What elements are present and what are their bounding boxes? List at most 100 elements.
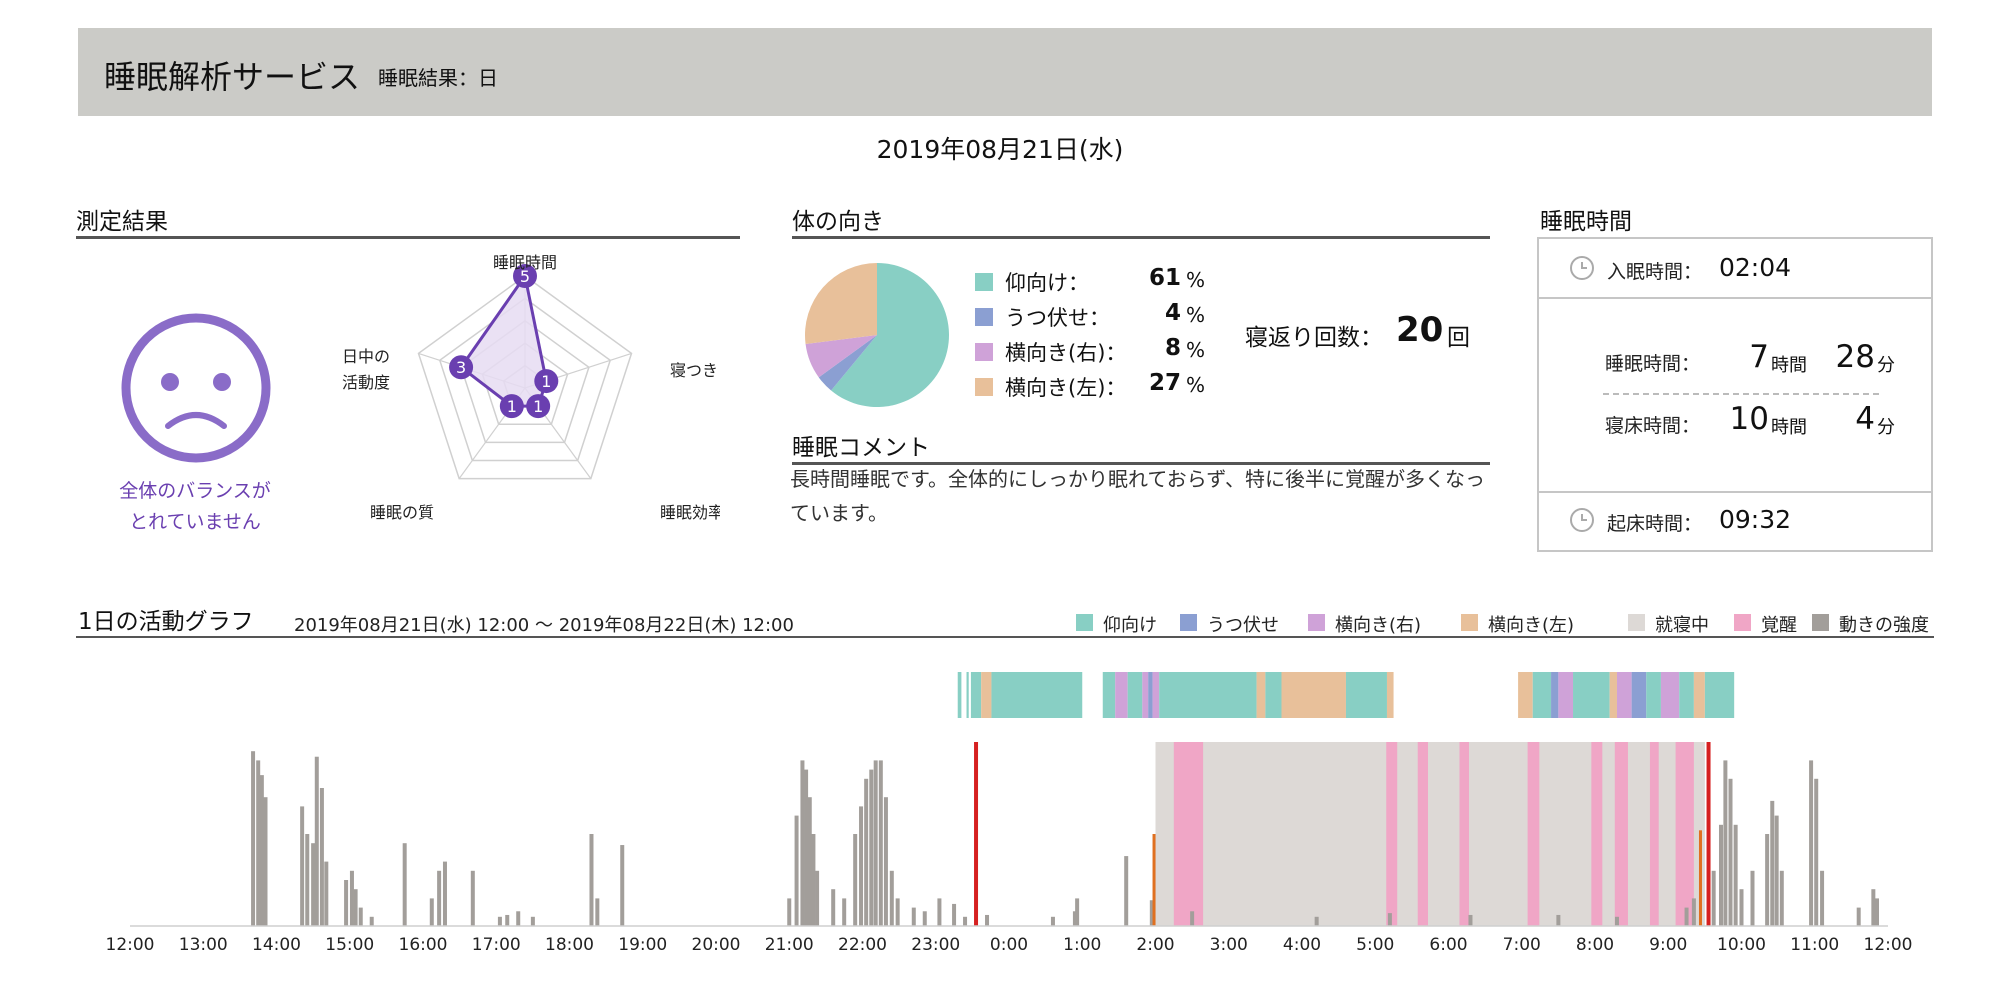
activity-bar <box>1774 815 1779 926</box>
activity-bar <box>883 797 888 926</box>
turn-over-label: 寝返り回数： <box>1245 325 1383 351</box>
awake-band <box>1527 742 1540 926</box>
report-date: 2019年08月21日(水) <box>876 135 1124 164</box>
time-tick-label: 7:00 <box>1503 935 1541 955</box>
activity-bar <box>1723 760 1728 926</box>
posture-segment <box>1265 672 1282 718</box>
activity-bar <box>470 870 475 926</box>
posture-segment <box>1679 672 1694 718</box>
legend-row-prone: うつ伏せ： 4 % <box>975 299 1205 333</box>
legend-swatch <box>1461 614 1478 631</box>
activity-bar <box>1739 889 1744 926</box>
red-marker <box>974 742 979 926</box>
turn-over-unit: 回 <box>1447 325 1470 351</box>
awake-band <box>1614 742 1628 926</box>
dashed-divider <box>1603 393 1879 395</box>
activity-bar <box>311 843 316 926</box>
activity-bar <box>353 889 358 926</box>
activity-bar <box>1124 856 1129 926</box>
legend-row-side-left: 横向き(左)： 27 % <box>975 369 1205 403</box>
radar-score-label: 1 <box>541 372 551 391</box>
posture-segment <box>1386 672 1394 718</box>
section-title-activity: 1日の活動グラフ <box>78 609 254 635</box>
posture-segment <box>966 672 969 718</box>
activity-bar <box>1809 760 1814 926</box>
activity-bar <box>251 751 256 926</box>
activity-bar <box>1684 907 1689 926</box>
red-marker <box>1706 742 1711 926</box>
section-title-comment: 睡眠コメント <box>792 435 930 461</box>
activity-bar <box>895 898 900 926</box>
activity-chart: 12:00 13:00 14:00 15:00 16:00 17:00 18:00 19:00… <box>106 672 1913 955</box>
time-tick-label: 18:00 <box>545 935 594 955</box>
minute-unit: 分 <box>1877 417 1895 438</box>
time-tick-label: 5:00 <box>1356 935 1394 955</box>
activity-bar <box>864 778 869 926</box>
activity-bar <box>314 756 319 926</box>
time-tick-label: 1:00 <box>1063 935 1101 955</box>
activity-bar <box>1468 914 1473 926</box>
turn-over-count: 20 <box>1396 310 1444 350</box>
legend-pct: % <box>1185 268 1205 292</box>
activity-bar <box>505 914 510 926</box>
legend-swatch <box>975 308 993 326</box>
activity-bar <box>437 870 442 926</box>
activity-bar <box>815 870 820 926</box>
section-title-body-direction: 体の向き <box>792 209 884 235</box>
legend-label: 覚醒 <box>1761 615 1797 636</box>
activity-bar <box>1770 800 1775 926</box>
section-title-sleep-time: 睡眠時間 <box>1540 209 1632 235</box>
legend-swatch <box>1308 614 1325 631</box>
legend-label: 横向き(左) <box>1488 615 1575 636</box>
clock-icon <box>1570 508 1594 532</box>
legend-value: 8 <box>1164 335 1181 361</box>
posture-segment <box>1693 672 1705 718</box>
activity-bar <box>1691 898 1696 926</box>
activity-bar <box>811 834 816 926</box>
posture-segment <box>957 672 962 718</box>
time-tick-label: 19:00 <box>618 935 667 955</box>
time-tick-label: 13:00 <box>179 935 228 955</box>
activity-bar <box>963 916 968 926</box>
activity-bar <box>256 760 261 926</box>
time-tick-label: 4:00 <box>1283 935 1321 955</box>
activity-bar <box>869 769 874 926</box>
posture-segment <box>1115 672 1128 718</box>
radar-axis-label: 日中の <box>342 347 390 366</box>
posture-segment <box>1631 672 1647 718</box>
orange-marker <box>1698 830 1702 926</box>
panel-divider <box>1539 491 1931 493</box>
posture-segment <box>1609 672 1617 718</box>
legend-label: 横向き(右) <box>1335 615 1422 636</box>
activity-date-range: 2019年08月21日(水) 12:00 〜 2019年08月22日(木) 12… <box>294 615 794 636</box>
page-subtitle: 睡眠結果：日 <box>378 66 498 90</box>
activity-bar <box>369 916 374 926</box>
legend-value: 4 <box>1164 300 1181 326</box>
legend-swatch <box>1812 614 1829 631</box>
activity-bar <box>787 898 792 926</box>
time-tick-label: 15:00 <box>325 935 374 955</box>
posture-segment <box>1159 672 1257 718</box>
activity-bar <box>952 903 957 926</box>
legend-label: 横向き(左)： <box>1005 376 1127 400</box>
hour-unit: 時間 <box>1771 355 1807 376</box>
sleep-duration-label: 睡眠時間： <box>1605 353 1701 375</box>
wake-label: 起床時間： <box>1607 513 1703 535</box>
activity-bar <box>1733 824 1738 926</box>
activity-bar <box>922 911 927 926</box>
orange-marker <box>1152 834 1156 926</box>
section-divider <box>792 236 1490 239</box>
time-tick-label: 0:00 <box>990 935 1028 955</box>
posture-segment <box>981 672 992 718</box>
activity-bar <box>1765 834 1770 926</box>
activity-bar <box>344 880 349 926</box>
app-header: 睡眠解析サービス 睡眠結果：日 <box>78 28 1932 116</box>
activity-bar <box>402 843 407 926</box>
activity-bar <box>300 806 305 926</box>
activity-bar <box>497 916 502 926</box>
activity-bar <box>1718 824 1723 926</box>
radar-score-label: 1 <box>533 397 543 416</box>
sleep-duration-minutes: 28 <box>1835 339 1875 375</box>
posture-segment <box>1345 672 1387 718</box>
activity-bar <box>911 907 916 926</box>
